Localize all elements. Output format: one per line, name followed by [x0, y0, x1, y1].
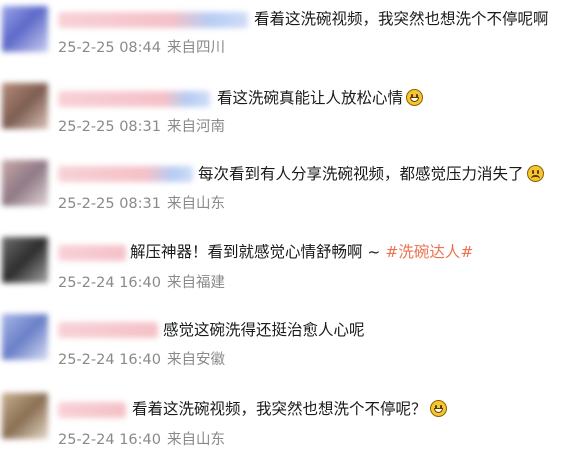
- comment-item: 看这洗碗真能让人放松心情 25-2-25 08:31 来自河南: [0, 77, 563, 153]
- avatar[interactable]: [2, 237, 48, 283]
- username-blurred[interactable]: [58, 322, 158, 338]
- comment-item: 每次看到有人分享洗碗视频，都感觉压力消失了 25-2-25 08:31 来自山东: [0, 154, 563, 230]
- comment-time: 25-2-25 08:44: [58, 40, 161, 56]
- comment-meta: 25-2-24 16:40 来自山东: [58, 431, 225, 449]
- avatar[interactable]: [2, 393, 48, 439]
- comment-meta: 25-2-24 16:40 来自福建: [58, 274, 225, 292]
- username-blurred[interactable]: [58, 166, 193, 182]
- comment-text: 看着这洗碗视频，我突然也想洗个不停呢啊: [254, 10, 549, 28]
- comment-text: 感觉这碗洗得还挺治愈人心呢: [163, 321, 365, 339]
- comment-time: 25-2-24 16:40: [58, 352, 161, 368]
- avatar[interactable]: [2, 6, 48, 52]
- username-blurred[interactable]: [58, 402, 126, 418]
- comment-time: 25-2-24 16:40: [58, 432, 161, 448]
- comment-text: 看着这洗碗视频，我突然也想洗个不停呢？: [132, 399, 447, 419]
- comment-time: 25-2-25 08:31: [58, 119, 161, 135]
- avatar[interactable]: [2, 314, 48, 360]
- comment-item: 看着这洗碗视频，我突然也想洗个不停呢啊 25-2-25 08:44 来自四川: [0, 0, 563, 76]
- comment-item: 解压神器！看到就感觉心情舒畅啊 ~ #洗碗达人# 25-2-24 16:40 来自…: [0, 233, 563, 309]
- avatar[interactable]: [2, 83, 48, 129]
- hashtag-link[interactable]: #洗碗达人#: [385, 243, 473, 261]
- comment-time: 25-2-25 08:31: [58, 196, 161, 212]
- grin-emoji: [406, 89, 424, 106]
- comment-meta: 25-2-24 16:40 来自安徽: [58, 351, 225, 369]
- comment-location: 来自山东: [167, 196, 225, 212]
- sad-emoji: [526, 165, 544, 182]
- avatar[interactable]: [2, 160, 48, 206]
- comment-text: 解压神器！看到就感觉心情舒畅啊 ~ #洗碗达人#: [130, 243, 474, 261]
- laugh-emoji: [429, 400, 447, 417]
- username-blurred[interactable]: [58, 245, 126, 261]
- comment-time: 25-2-24 16:40: [58, 275, 161, 291]
- comment-meta: 25-2-25 08:31 来自山东: [58, 195, 225, 213]
- username-blurred[interactable]: [58, 91, 210, 107]
- comment-location: 来自河南: [167, 119, 225, 135]
- comment-meta: 25-2-25 08:44 来自四川: [58, 39, 225, 57]
- username-blurred[interactable]: [58, 12, 248, 28]
- comment-location: 来自四川: [167, 40, 225, 56]
- comment-text: 看这洗碗真能让人放松心情: [217, 88, 424, 108]
- comment-location: 来自山东: [167, 432, 225, 448]
- comment-item: 看着这洗碗视频，我突然也想洗个不停呢？ 25-2-24 16:40 来自山东: [0, 388, 563, 464]
- comment-meta: 25-2-25 08:31 来自河南: [58, 118, 225, 136]
- comment-text: 每次看到有人分享洗碗视频，都感觉压力消失了: [198, 164, 544, 184]
- comment-item: 感觉这碗洗得还挺治愈人心呢 25-2-24 16:40 来自安徽: [0, 310, 563, 386]
- comment-location: 来自福建: [167, 275, 225, 291]
- comment-location: 来自安徽: [167, 352, 225, 368]
